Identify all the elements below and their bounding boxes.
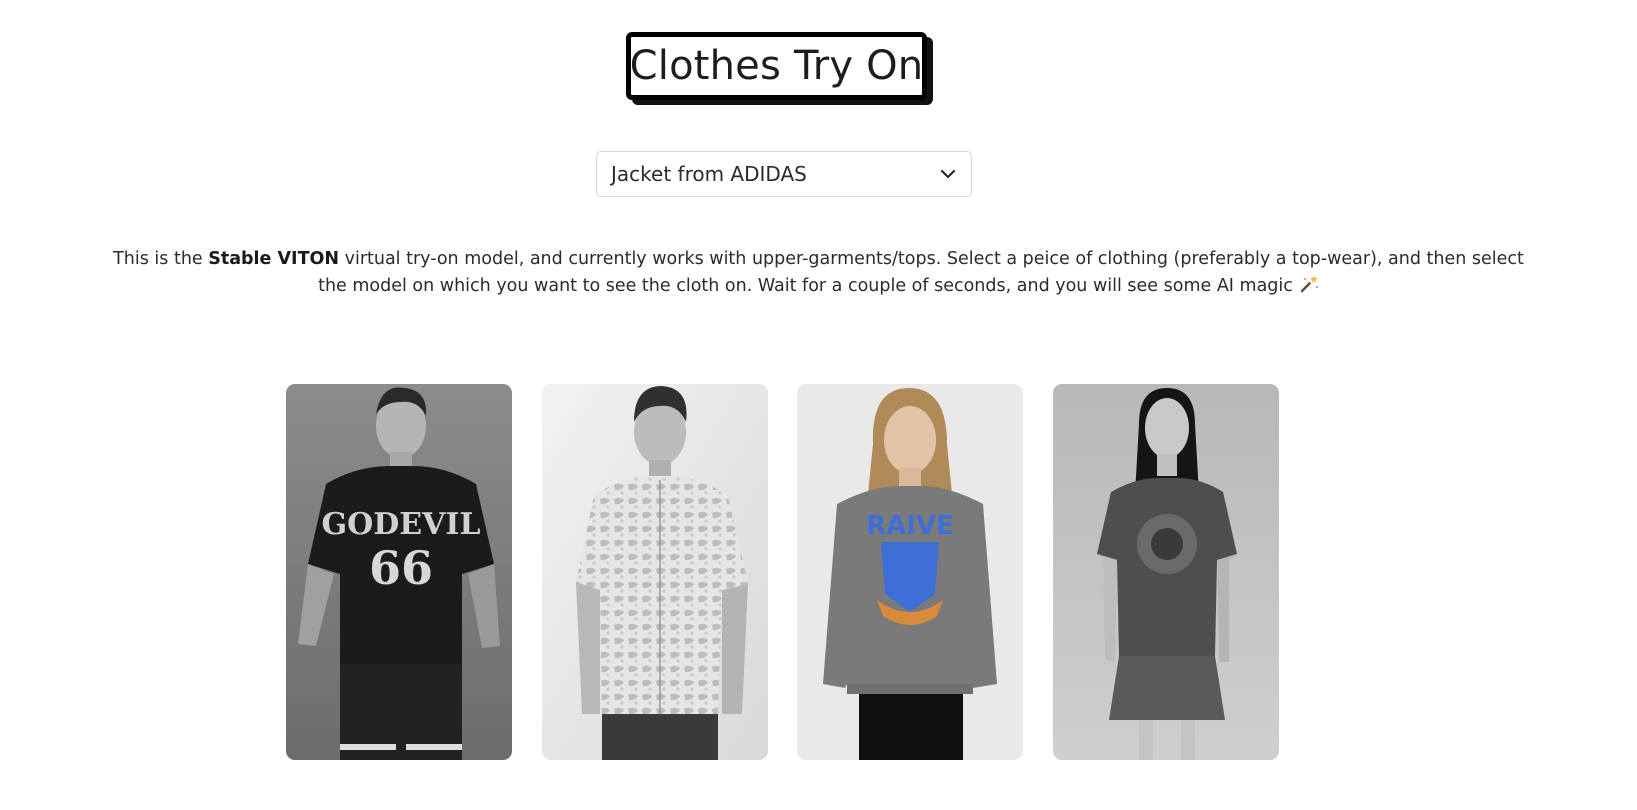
shirt-number-1: 66 bbox=[369, 541, 433, 595]
model-name: Stable VITON bbox=[208, 249, 340, 269]
page-title: Clothes Try On bbox=[629, 43, 924, 89]
model-card-2[interactable] bbox=[542, 384, 768, 760]
model-card-4[interactable] bbox=[1053, 384, 1279, 760]
description-line2: the model on which you want to see the c… bbox=[318, 276, 1293, 296]
chevron-down-icon bbox=[939, 165, 957, 183]
model-photo-4 bbox=[1053, 384, 1279, 760]
garment-select-value: Jacket from ADIDAS bbox=[611, 162, 807, 186]
description-prefix: This is the bbox=[113, 249, 209, 269]
description: This is the Stable VITON virtual try-on … bbox=[40, 246, 1597, 300]
model-card-3[interactable]: RAIVE bbox=[797, 384, 1023, 760]
model-photo-3: RAIVE bbox=[797, 384, 1023, 760]
model-photo-2 bbox=[542, 384, 768, 760]
page: Clothes Try On Jacket from ADIDAS This i… bbox=[0, 0, 1637, 810]
page-title-block: Clothes Try On bbox=[626, 32, 939, 105]
model-card-1[interactable]: GODEVIL 66 bbox=[286, 384, 512, 760]
magic-wand-icon bbox=[1299, 274, 1319, 294]
shirt-text-3: RAIVE bbox=[866, 511, 954, 541]
description-line1: virtual try-on model, and currently work… bbox=[339, 249, 1524, 269]
title-box: Clothes Try On bbox=[626, 32, 927, 100]
garment-select[interactable]: Jacket from ADIDAS bbox=[596, 151, 972, 197]
shirt-text-1: GODEVIL bbox=[321, 507, 480, 542]
model-photo-1: GODEVIL 66 bbox=[286, 384, 512, 760]
